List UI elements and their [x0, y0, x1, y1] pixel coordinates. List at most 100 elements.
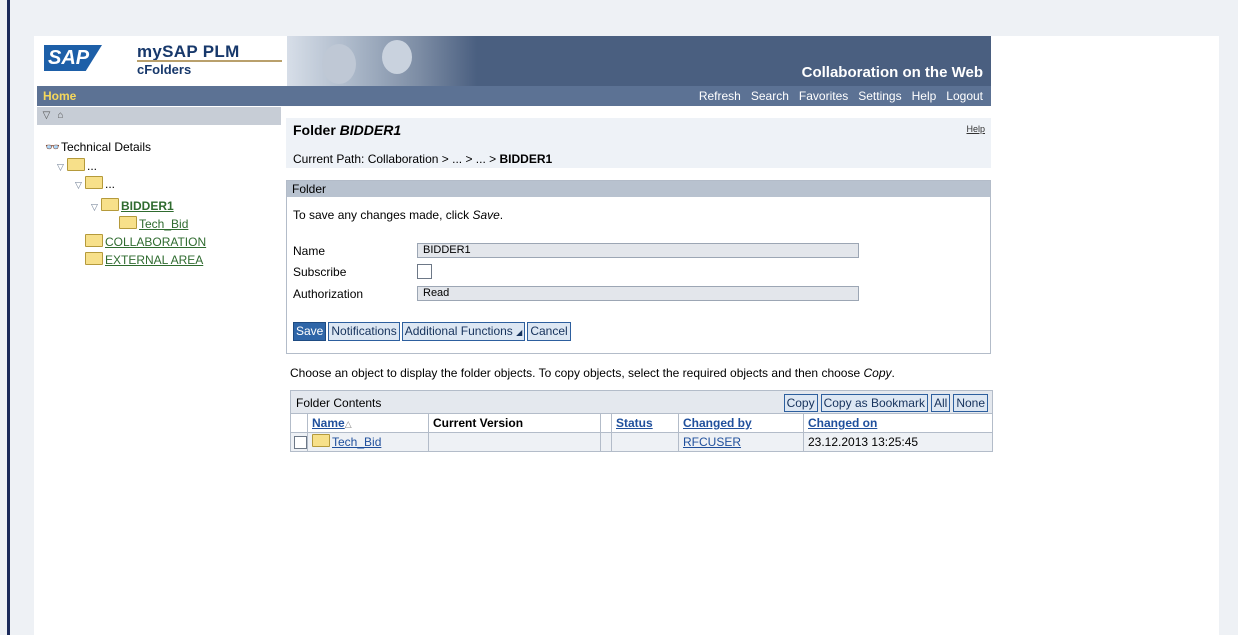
- photo-person-icon: [322, 44, 356, 84]
- binoculars-icon: 👓: [45, 140, 60, 154]
- column-header-status-link[interactable]: Status: [616, 416, 653, 430]
- save-button[interactable]: Save: [293, 322, 327, 341]
- collapse-all-icon[interactable]: ⌂: [54, 109, 67, 122]
- copy-instructions: Choose an object to display the folder o…: [290, 366, 895, 380]
- save-note: To save any changes made, click Save.: [293, 208, 504, 222]
- home-link[interactable]: Home: [43, 89, 76, 103]
- photo-person-icon: [382, 40, 412, 74]
- folder-icon: [85, 252, 103, 265]
- tree-item-bidder1[interactable]: ▽ BIDDER1: [91, 198, 174, 213]
- row-changed-by-link[interactable]: RFCUSER: [683, 435, 741, 449]
- folder-icon: [119, 216, 137, 229]
- contents-button-group: Copy Copy as Bookmark All None: [783, 394, 988, 412]
- cancel-button[interactable]: Cancel: [527, 322, 571, 341]
- folder-icon: [312, 434, 330, 447]
- open-folder-icon: [101, 198, 119, 211]
- save-note-action: Save: [472, 208, 500, 222]
- row-name-link[interactable]: Tech_Bid: [332, 435, 381, 449]
- nav-favorites-link[interactable]: Favorites: [799, 89, 848, 103]
- folder-panel-heading: Folder: [287, 181, 990, 197]
- row-select-checkbox[interactable]: [294, 436, 307, 449]
- folder-contents-header: Folder Contents Copy Copy as Bookmark Al…: [291, 391, 992, 413]
- row-name-cell: Tech_Bid: [307, 433, 428, 451]
- tree-label: ...: [87, 159, 98, 173]
- tree-link-collaboration[interactable]: COLLABORATION: [105, 235, 206, 249]
- product-title: mySAP PLM: [137, 42, 240, 61]
- help-link[interactable]: Help: [966, 124, 985, 134]
- copy-instructions-action: Copy: [863, 366, 892, 380]
- collapse-twisty-icon[interactable]: ▽: [57, 162, 67, 173]
- nav-settings-link[interactable]: Settings: [858, 89, 901, 103]
- tree-link-external-area[interactable]: EXTERNAL AREA: [105, 253, 203, 267]
- collapse-twisty-icon[interactable]: ▽: [91, 202, 101, 213]
- nav-logout-link[interactable]: Logout: [946, 89, 983, 103]
- tree-toolbar: ▽ ⌂: [37, 107, 281, 125]
- select-all-button[interactable]: All: [930, 394, 951, 412]
- tree-item-tech-bid[interactable]: Tech_Bid: [119, 216, 188, 231]
- folder-contents-table: Folder Contents Copy Copy as Bookmark Al…: [290, 390, 993, 452]
- column-header-current-version: Current Version: [428, 414, 600, 432]
- name-field: BIDDER1: [417, 243, 859, 258]
- sort-ascending-icon: △: [344, 419, 352, 429]
- authorization-label: Authorization: [293, 287, 364, 301]
- column-header-changed-by[interactable]: Changed by: [678, 414, 803, 432]
- column-header-changed-on[interactable]: Changed on: [803, 414, 992, 432]
- app-header: SAP mySAP PLM cFolders Collaboration on …: [37, 36, 991, 86]
- folder-icon: [67, 158, 85, 171]
- table-header-row: Name△ Current Version Status Changed by …: [291, 413, 992, 432]
- page-title-prefix: Folder: [293, 122, 336, 138]
- tree-link-tech-bid[interactable]: Tech_Bid: [139, 217, 188, 231]
- page-title-name: BIDDER1: [339, 122, 402, 138]
- select-none-button[interactable]: None: [953, 394, 988, 412]
- copy-as-bookmark-button[interactable]: Copy as Bookmark: [820, 394, 928, 412]
- breadcrumb-label: Current Path:: [293, 152, 365, 166]
- copy-instructions-text: Choose an object to display the folder o…: [290, 366, 861, 380]
- nav-help-link[interactable]: Help: [912, 89, 937, 103]
- breadcrumb-path: Collaboration > ... > ... >: [367, 152, 497, 166]
- save-note-text: To save any changes made, click: [293, 208, 470, 222]
- tree-item-level2[interactable]: ▽...: [75, 176, 115, 191]
- logo-area: SAP mySAP PLM cFolders: [37, 36, 287, 86]
- additional-functions-button[interactable]: Additional Functions ◢: [401, 322, 526, 341]
- name-label: Name: [293, 244, 326, 258]
- folder-contents-title: Folder Contents: [296, 396, 382, 410]
- row-changed-on-cell: 23.12.2013 13:25:45: [803, 433, 992, 451]
- column-header-changed-by-link[interactable]: Changed by: [683, 416, 752, 430]
- nav-refresh-link[interactable]: Refresh: [699, 89, 741, 103]
- row-changed-by-cell: RFCUSER: [678, 433, 803, 451]
- nav-search-link[interactable]: Search: [751, 89, 789, 103]
- expand-all-icon[interactable]: ▽: [40, 109, 53, 122]
- copy-button[interactable]: Copy: [783, 394, 818, 412]
- subscribe-label: Subscribe: [293, 265, 347, 279]
- header-photo: [287, 36, 477, 86]
- column-header-changed-on-link[interactable]: Changed on: [808, 416, 877, 430]
- row-status-cell: [611, 433, 678, 451]
- header-tagline: Collaboration on the Web: [801, 64, 983, 81]
- breadcrumb: Current Path: Collaboration > ... > ... …: [293, 152, 552, 166]
- tree-link-bidder1[interactable]: BIDDER1: [121, 199, 174, 213]
- tree-label: Technical Details: [60, 140, 151, 154]
- notifications-button[interactable]: Notifications: [328, 322, 400, 341]
- top-nav-bar: Home Refresh Search Favorites Settings H…: [37, 86, 991, 106]
- row-version-cell: [428, 433, 600, 451]
- folder-button-row: Save Notifications Additional Functions …: [293, 322, 571, 341]
- tree-item-external-area[interactable]: EXTERNAL AREA: [85, 252, 203, 267]
- collapse-twisty-icon[interactable]: ▽: [75, 180, 85, 191]
- subscribe-checkbox[interactable]: [417, 264, 432, 279]
- tree-label: ...: [105, 177, 116, 191]
- nav-links: Refresh Search Favorites Settings Help L…: [699, 89, 983, 103]
- folder-title-box: Folder BIDDER1 Help Current Path: Collab…: [286, 118, 991, 168]
- column-header-status[interactable]: Status: [611, 414, 678, 432]
- column-header-name[interactable]: Name△: [307, 414, 428, 432]
- tree-item-level1[interactable]: ▽...: [57, 158, 97, 173]
- folder-icon: [85, 234, 103, 247]
- tree-item-collaboration[interactable]: COLLABORATION: [85, 234, 206, 249]
- folder-panel: Folder To save any changes made, click S…: [286, 180, 991, 354]
- page-title: Folder BIDDER1: [293, 122, 401, 138]
- authorization-field: Read: [417, 286, 859, 301]
- additional-functions-label: Additional Functions: [404, 324, 513, 338]
- column-header-name-link[interactable]: Name: [312, 416, 345, 430]
- tree-item-technical-details[interactable]: 👓Technical Details: [45, 140, 151, 154]
- breadcrumb-current: BIDDER1: [499, 152, 553, 166]
- dropdown-triangle-icon: ◢: [516, 328, 523, 337]
